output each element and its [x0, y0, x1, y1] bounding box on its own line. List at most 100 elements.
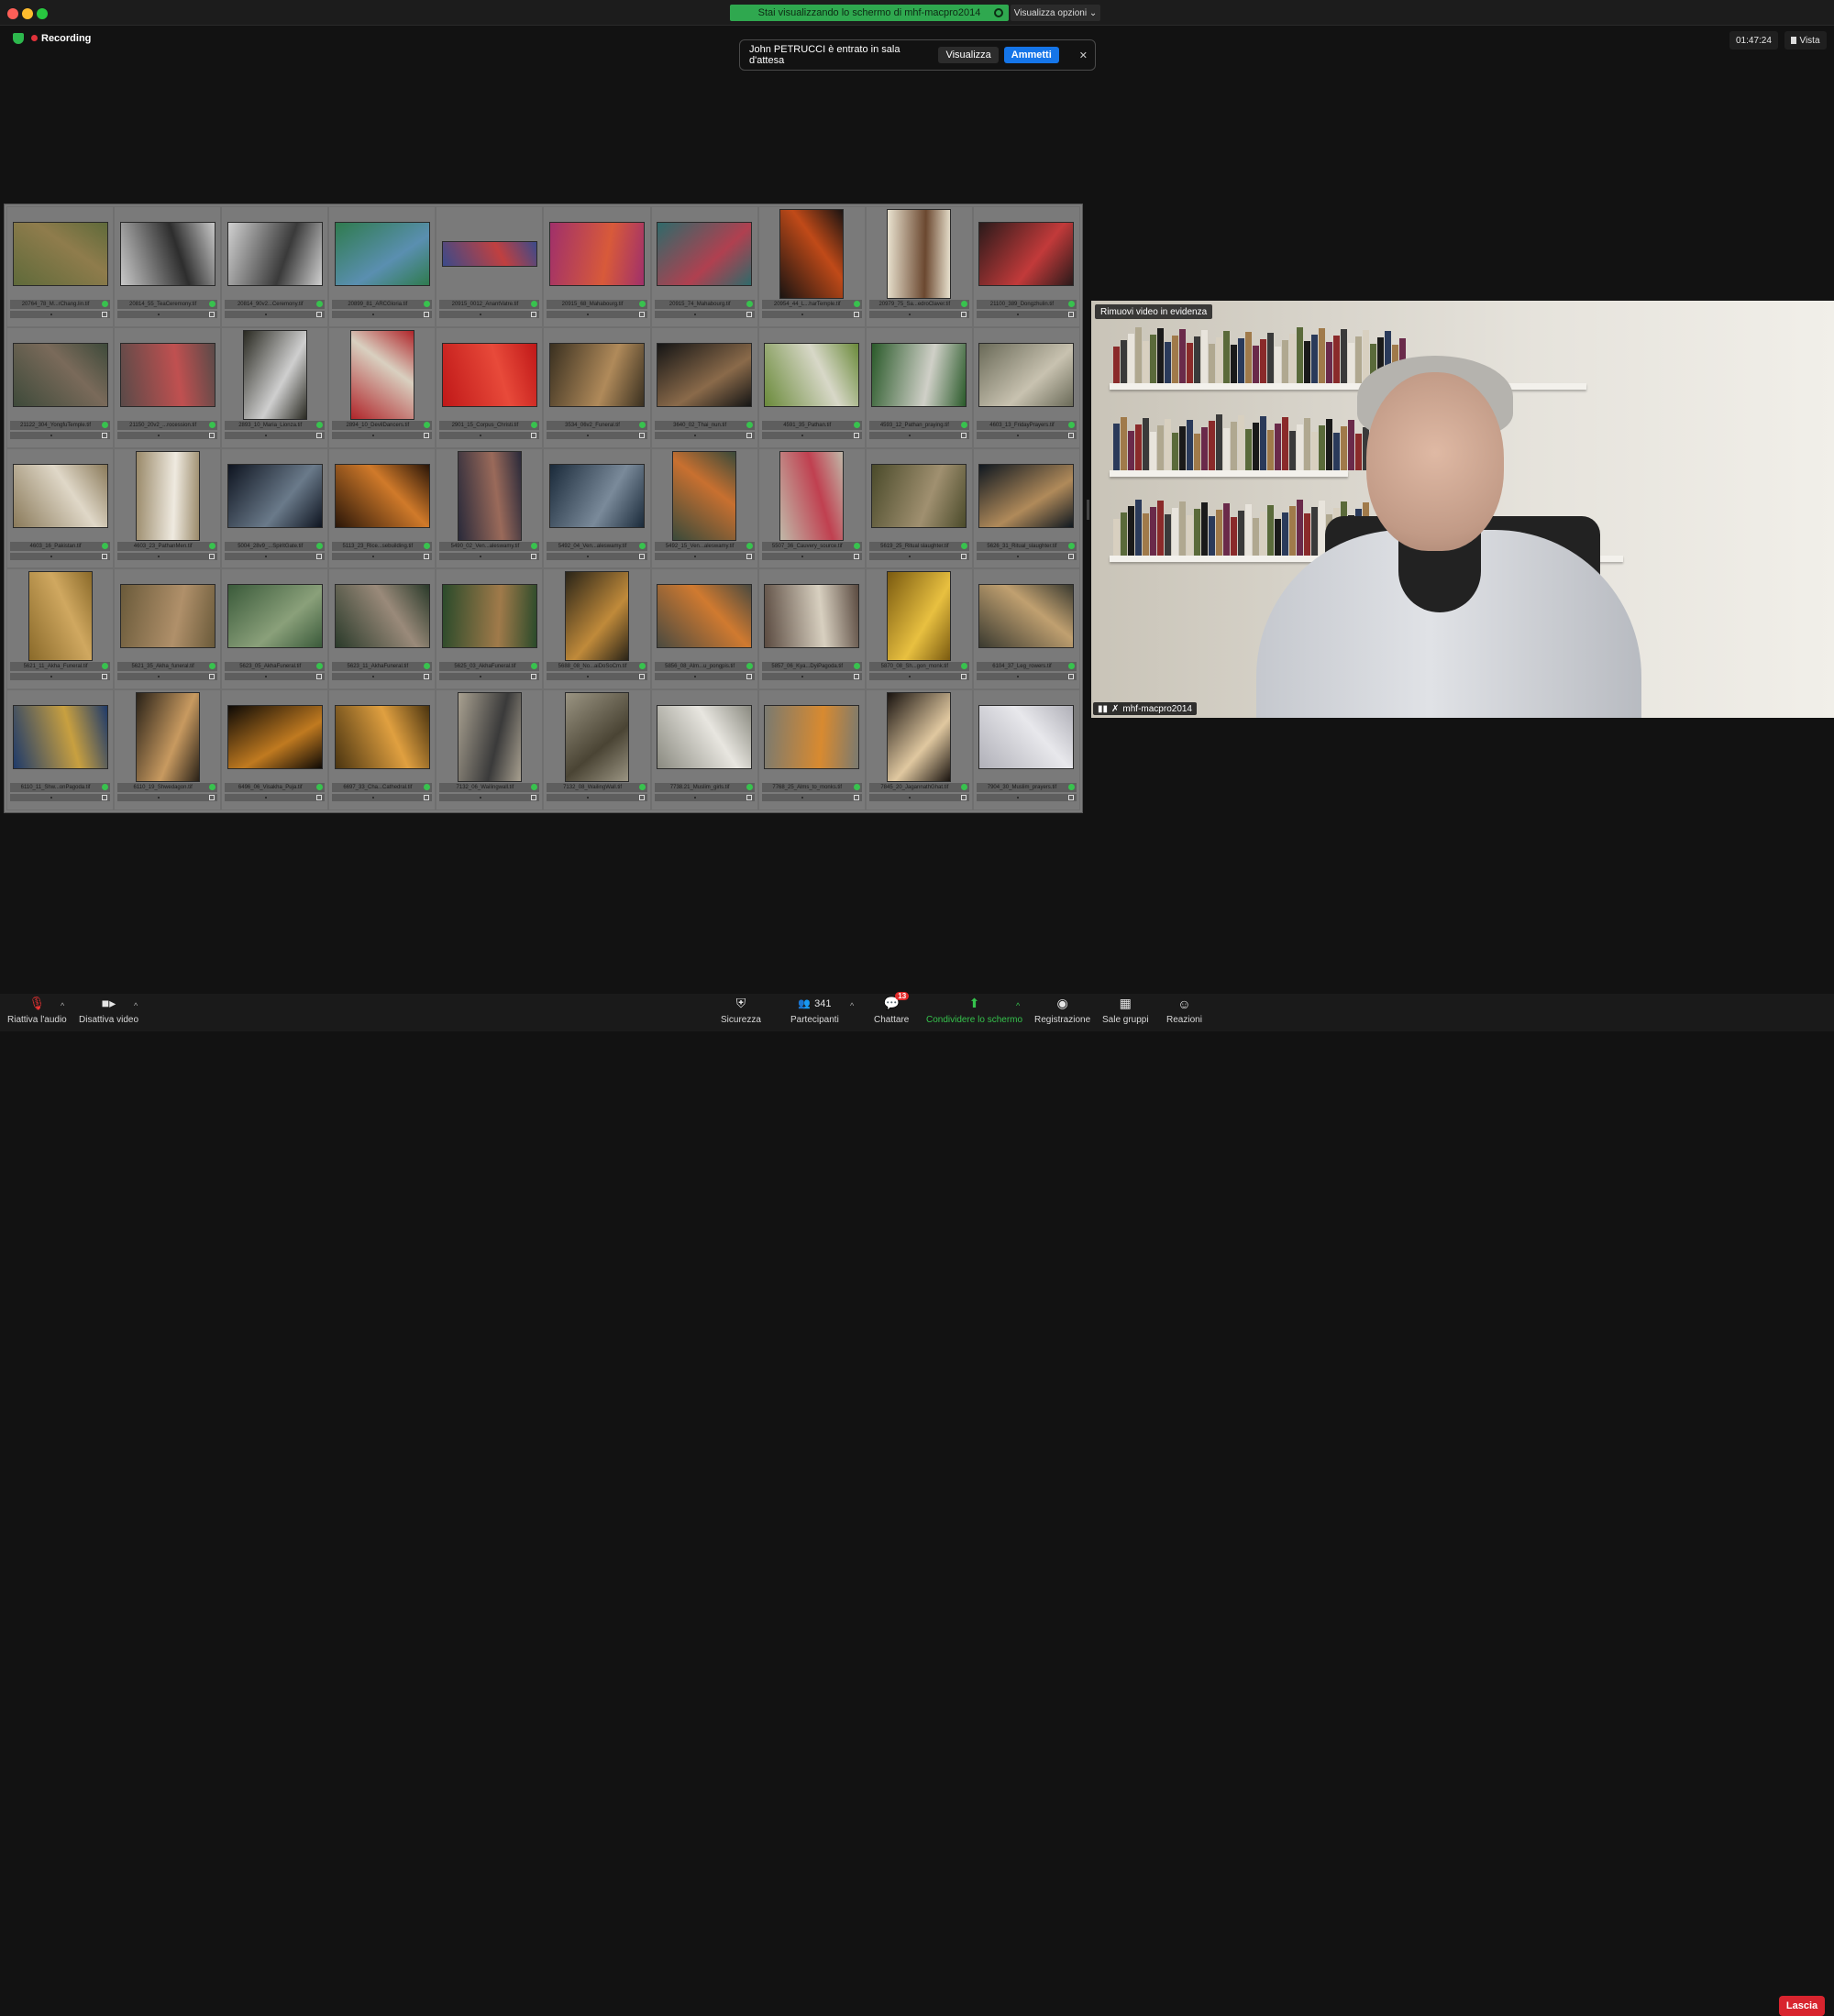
minimize-window-icon[interactable]	[22, 8, 33, 19]
select-checkbox-icon[interactable]	[1067, 674, 1074, 680]
rating-bar[interactable]	[225, 673, 326, 681]
share-options-chevron-icon[interactable]: ^	[1016, 1001, 1020, 1010]
rating-bar[interactable]	[332, 552, 433, 560]
photo-thumbnail-cell[interactable]: 2893_10_Maria_Lionza.tif	[221, 326, 329, 448]
chat-button[interactable]: 💬 13 Chattare	[874, 992, 909, 1025]
rating-bar[interactable]	[547, 431, 647, 439]
select-checkbox-icon[interactable]	[960, 312, 967, 317]
rating-bar[interactable]	[868, 552, 969, 560]
photo-thumbnail[interactable]	[334, 705, 430, 770]
photo-thumbnail-cell[interactable]: 7132_08_WailingWall.tif	[543, 689, 651, 810]
rating-bar[interactable]	[654, 552, 755, 560]
photo-thumbnail[interactable]	[657, 222, 753, 286]
photo-thumbnail-cell[interactable]: 7738.21_Muslim_girls.tif	[650, 689, 758, 810]
photo-thumbnail-cell[interactable]: 6104_37_Leg_rowers.tif	[972, 568, 1080, 690]
photo-thumbnail[interactable]	[12, 342, 108, 407]
select-checkbox-icon[interactable]	[1067, 432, 1074, 438]
photo-thumbnail-cell[interactable]: 5688_08_No...aiDoSoCm.tif	[543, 568, 651, 690]
select-checkbox-icon[interactable]	[209, 432, 215, 438]
rating-bar[interactable]	[868, 431, 969, 439]
rating-bar[interactable]	[117, 673, 218, 681]
photo-thumbnail[interactable]	[119, 342, 215, 407]
photo-thumbnail[interactable]	[12, 222, 108, 286]
select-checkbox-icon[interactable]	[746, 795, 752, 801]
rating-bar[interactable]	[976, 673, 1077, 681]
select-checkbox-icon[interactable]	[746, 553, 752, 559]
select-checkbox-icon[interactable]	[638, 674, 645, 680]
photo-thumbnail-cell[interactable]: 20979_75_Sa...edroClaver.tif	[865, 206, 973, 327]
rating-bar[interactable]	[547, 794, 647, 802]
photo-thumbnail-cell[interactable]: 5626_31_Ritual_slaughter.tif	[972, 447, 1080, 569]
photo-thumbnail[interactable]	[657, 705, 753, 770]
rating-bar[interactable]	[761, 794, 862, 802]
photo-thumbnail[interactable]	[978, 342, 1075, 407]
select-checkbox-icon[interactable]	[853, 432, 859, 438]
rating-bar[interactable]	[761, 431, 862, 439]
select-checkbox-icon[interactable]	[853, 795, 859, 801]
photo-thumbnail-cell[interactable]: 5621_11_Akha_Funeral.tif	[6, 568, 115, 690]
select-checkbox-icon[interactable]	[853, 312, 859, 317]
photo-thumbnail-cell[interactable]: 4591_35_Pathan.tif	[757, 326, 866, 448]
photo-thumbnail-cell[interactable]: 5619_25_Ritual slaughter.tif	[865, 447, 973, 569]
rating-bar[interactable]	[439, 552, 540, 560]
select-checkbox-icon[interactable]	[746, 674, 752, 680]
close-window-icon[interactable]	[7, 8, 18, 19]
select-checkbox-icon[interactable]	[960, 795, 967, 801]
photo-thumbnail-cell[interactable]: 20915_68_Mahabourg.tif	[543, 206, 651, 327]
select-checkbox-icon[interactable]	[316, 795, 323, 801]
select-checkbox-icon[interactable]	[638, 795, 645, 801]
select-checkbox-icon[interactable]	[424, 795, 430, 801]
photo-thumbnail[interactable]	[441, 342, 537, 407]
rating-bar[interactable]	[868, 673, 969, 681]
photo-thumbnail-cell[interactable]: 6110_11_Shw...onPagoda.tif	[6, 689, 115, 810]
rating-bar[interactable]	[332, 673, 433, 681]
rating-bar[interactable]	[10, 794, 111, 802]
split-resize-handle[interactable]	[1087, 500, 1089, 520]
photo-thumbnail[interactable]	[457, 450, 522, 541]
photo-thumbnail[interactable]	[135, 450, 200, 541]
select-checkbox-icon[interactable]	[853, 553, 859, 559]
unmute-button[interactable]: 🎙︎ Riattiva l'audio	[7, 996, 67, 1025]
record-button[interactable]: ◉ Registrazione	[1034, 996, 1090, 1025]
photo-thumbnail[interactable]	[978, 584, 1075, 649]
photo-thumbnail[interactable]	[457, 692, 522, 783]
view-options-button[interactable]: Visualizza opzioni ⌄	[1011, 5, 1100, 21]
rating-bar[interactable]	[976, 431, 1077, 439]
rating-bar[interactable]	[117, 431, 218, 439]
photo-thumbnail[interactable]	[871, 342, 967, 407]
photo-thumbnail-cell[interactable]: 6496_06_Visakha_Puja.tif	[221, 689, 329, 810]
select-checkbox-icon[interactable]	[102, 553, 108, 559]
select-checkbox-icon[interactable]	[316, 674, 323, 680]
rating-bar[interactable]	[117, 311, 218, 318]
photo-thumbnail[interactable]	[978, 222, 1075, 286]
select-checkbox-icon[interactable]	[531, 553, 537, 559]
photo-thumbnail-cell[interactable]: 5623_11_AkhaFuneral.tif	[328, 568, 436, 690]
photo-thumbnail[interactable]	[549, 463, 646, 528]
photo-thumbnail-cell[interactable]: 5870_08_Sh...gon_monk.tif	[865, 568, 973, 690]
photo-thumbnail-cell[interactable]: 20954_44_L...harTemple.tif	[757, 206, 866, 327]
photo-thumbnail[interactable]	[242, 329, 307, 420]
stop-video-button[interactable]: ■▸ Disattiva video	[79, 996, 138, 1025]
rating-bar[interactable]	[976, 552, 1077, 560]
rating-bar[interactable]	[117, 552, 218, 560]
photo-thumbnail[interactable]	[887, 692, 952, 783]
rating-bar[interactable]	[976, 311, 1077, 318]
rating-bar[interactable]	[332, 794, 433, 802]
participants-button[interactable]: 👥 341 Partecipanti	[790, 996, 839, 1026]
select-checkbox-icon[interactable]	[638, 312, 645, 317]
photo-thumbnail[interactable]	[441, 241, 537, 267]
rating-bar[interactable]	[976, 794, 1077, 802]
photo-thumbnail[interactable]	[779, 450, 845, 541]
photo-thumbnail[interactable]	[441, 584, 537, 649]
photo-thumbnail-cell[interactable]: 2901_15_Corpus_Christi.tif	[436, 326, 544, 448]
photo-thumbnail[interactable]	[978, 705, 1075, 770]
select-checkbox-icon[interactable]	[531, 795, 537, 801]
select-checkbox-icon[interactable]	[102, 795, 108, 801]
fullscreen-window-icon[interactable]	[37, 8, 48, 19]
rating-bar[interactable]	[439, 311, 540, 318]
photo-thumbnail[interactable]	[887, 209, 952, 299]
photo-thumbnail-cell[interactable]: 5857_06_Kya...DyiPagoda.tif	[757, 568, 866, 690]
select-checkbox-icon[interactable]	[424, 432, 430, 438]
rating-bar[interactable]	[761, 673, 862, 681]
photo-thumbnail[interactable]	[226, 584, 323, 649]
